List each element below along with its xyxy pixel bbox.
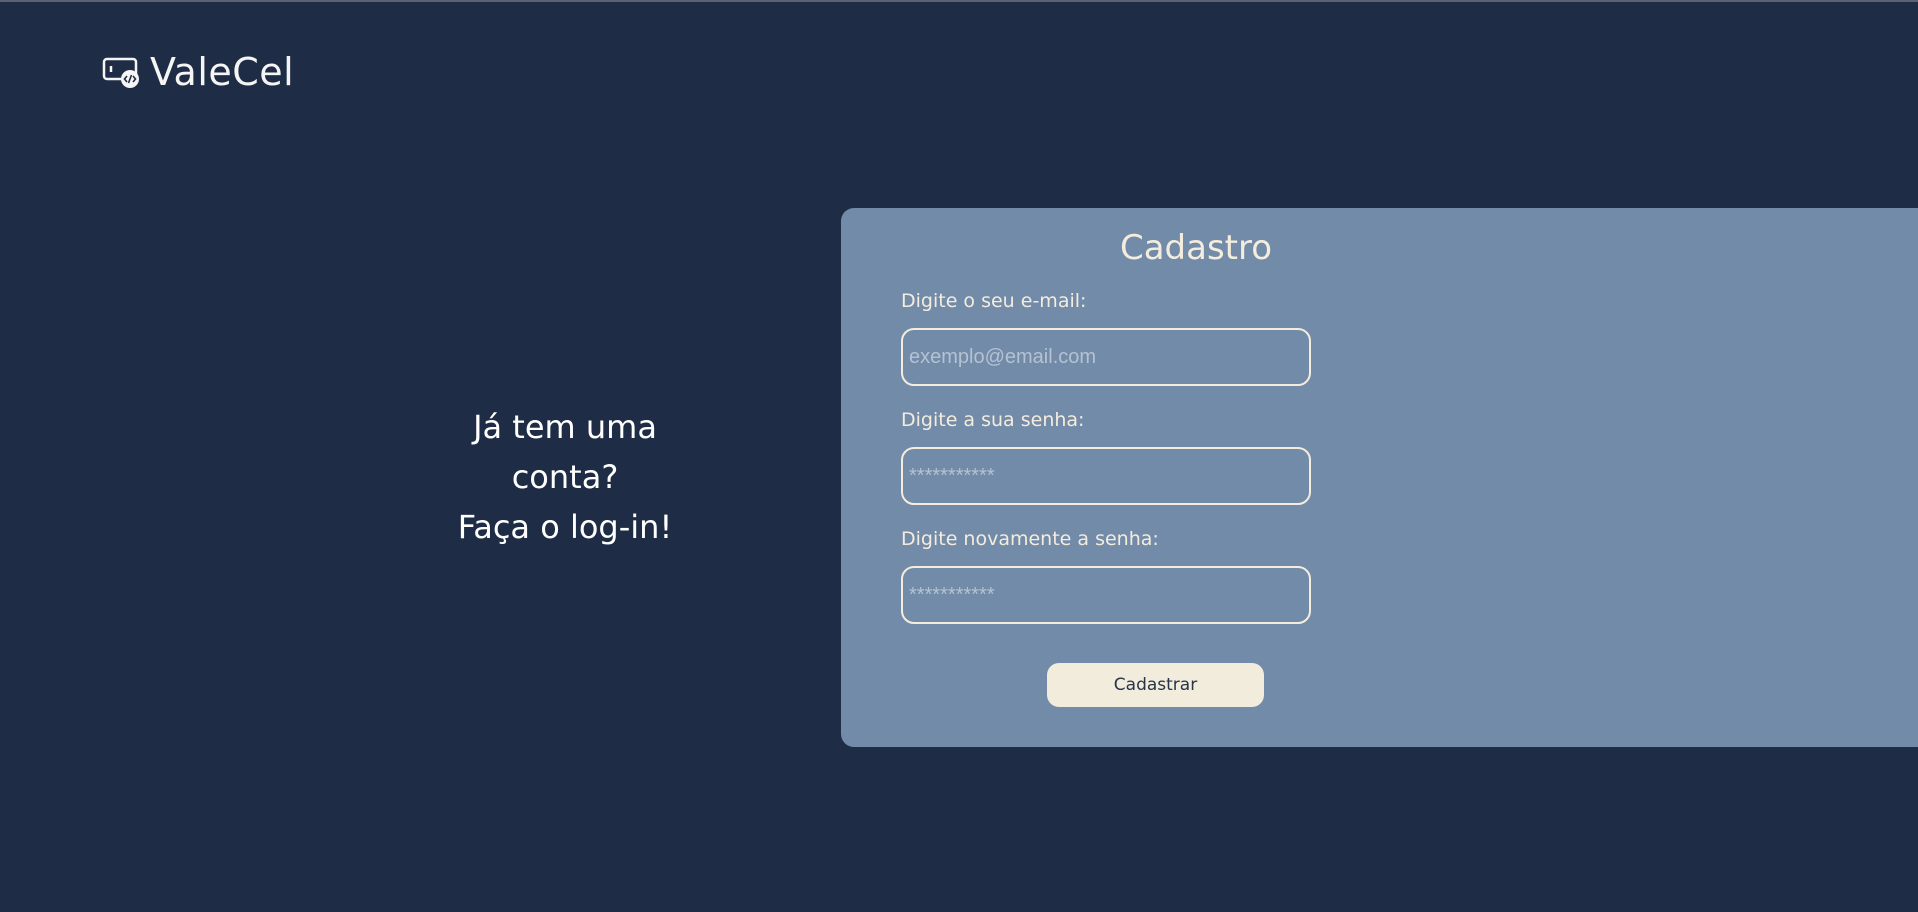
form-title: Cadastro (1119, 228, 1273, 268)
email-label: Digite o seu e-mail: (901, 290, 1087, 312)
login-cta-line: Faça o log-in! (457, 508, 673, 546)
email-field[interactable] (901, 328, 1311, 386)
confirm-password-label: Digite novamente a senha: (901, 528, 1159, 550)
brand-name: ValeCel (150, 50, 295, 94)
signup-button[interactable]: Cadastrar (1047, 663, 1264, 707)
login-link[interactable]: Já tem uma conta? Faça o log-in! (420, 402, 710, 552)
password-label: Digite a sua senha: (901, 409, 1085, 431)
confirm-password-field[interactable] (901, 566, 1311, 624)
phone-code-icon (102, 55, 142, 89)
password-field[interactable] (901, 447, 1311, 505)
signup-panel: Cadastro Digite o seu e-mail: Digite a s… (841, 208, 1918, 747)
login-cta-line: conta? (511, 458, 619, 496)
brand-logo[interactable]: ValeCel (102, 50, 294, 94)
login-cta-line: Já tem uma (473, 408, 657, 446)
